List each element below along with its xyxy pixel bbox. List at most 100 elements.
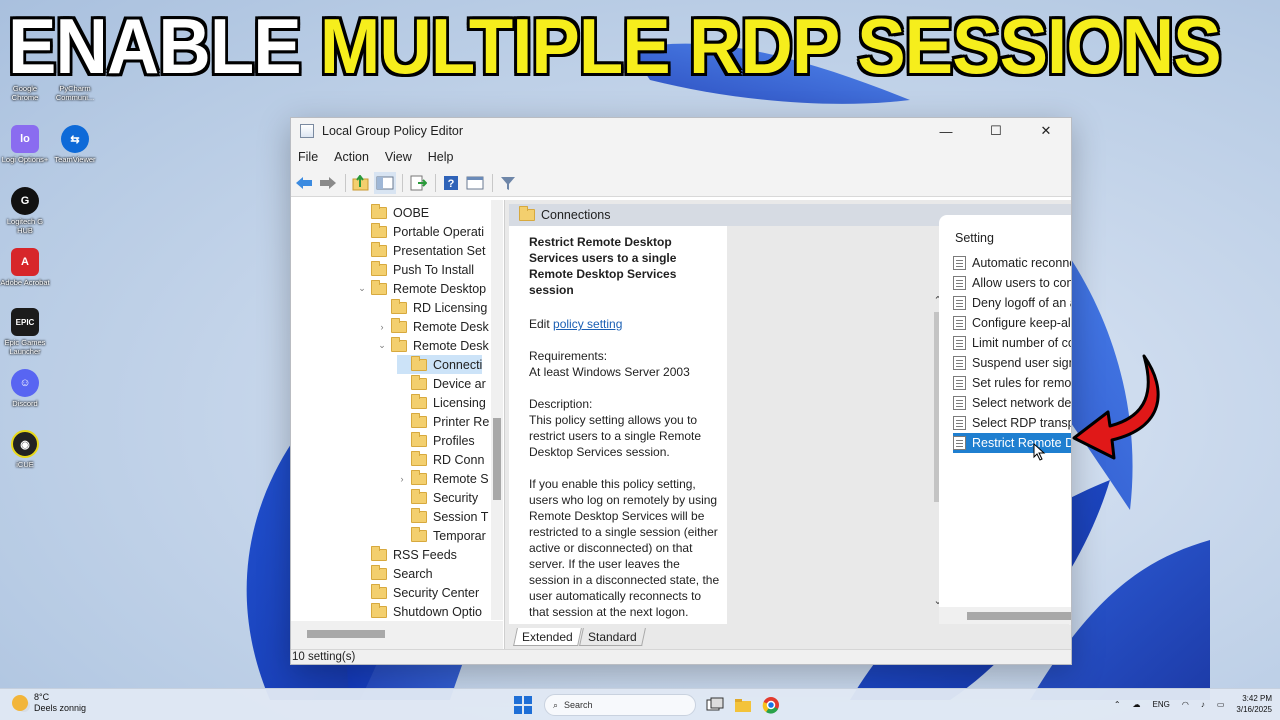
tree-horizontal-scrollbar[interactable] xyxy=(291,621,503,651)
tree-item-label: Shutdown Optio xyxy=(393,604,482,619)
acrobat-icon: A xyxy=(11,248,39,276)
tree-item[interactable]: Push To Install xyxy=(357,260,474,279)
tree-item-label: Temporar xyxy=(433,528,486,543)
setting-row[interactable]: Deny logoff of an administrator logged i… xyxy=(953,293,1071,313)
desktop-icon-epic[interactable]: EPIC Epic Games Launcher xyxy=(0,308,50,356)
tree-item[interactable]: RD Licensing xyxy=(377,298,487,317)
maximize-button[interactable]: ☐ xyxy=(971,118,1021,144)
tree-item[interactable]: Portable Operati xyxy=(357,222,484,241)
tree-item[interactable]: RD Conn xyxy=(397,450,484,469)
desktop-icon-label: TeamViewer xyxy=(54,155,96,164)
tree-item[interactable]: OOBE xyxy=(357,203,429,222)
desktop-icon-discord[interactable]: ☺ Discord xyxy=(0,369,50,408)
tab-standard[interactable]: Standard xyxy=(579,628,646,646)
language-indicator[interactable]: ENG xyxy=(1153,700,1170,709)
tree-item[interactable]: Search xyxy=(357,564,433,583)
desktop-icon-ghub[interactable]: G Logitech G HUB xyxy=(0,187,50,235)
folder-icon xyxy=(371,583,387,599)
expand-chevron-icon[interactable]: › xyxy=(377,322,387,332)
desktop-icon-label: Logitech G HUB xyxy=(6,217,44,235)
svg-text:?: ? xyxy=(448,178,455,190)
setting-row-label: Select network detection on the server xyxy=(972,396,1072,410)
show-hide-tree-icon[interactable] xyxy=(374,171,396,194)
volume-icon[interactable]: ♪ xyxy=(1201,700,1205,709)
tree-item[interactable]: RSS Feeds xyxy=(357,545,457,564)
task-view-button[interactable] xyxy=(702,692,728,718)
tree-item[interactable]: Device ar xyxy=(397,374,486,393)
close-button[interactable]: ✕ xyxy=(1021,118,1071,144)
setting-row[interactable]: Suspend user sign-in to complete app reg… xyxy=(953,353,1071,373)
battery-icon[interactable]: ▭ xyxy=(1217,700,1225,709)
title-bar[interactable]: Local Group Policy Editor — ☐ ✕ xyxy=(291,118,1071,144)
tree-item-label: RSS Feeds xyxy=(393,547,457,562)
expand-chevron-icon[interactable]: ⌄ xyxy=(357,283,367,294)
status-bar: 10 setting(s) xyxy=(291,649,1071,664)
tree-item[interactable]: Temporar xyxy=(397,526,486,545)
menu-help[interactable]: Help xyxy=(428,150,454,164)
policy-setting-link[interactable]: policy setting xyxy=(553,317,622,331)
tree-item[interactable]: Profiles xyxy=(397,431,475,450)
clock[interactable]: 3:42 PM 3/16/2025 xyxy=(1236,693,1272,715)
start-button[interactable] xyxy=(510,692,536,718)
tree-scroll-thumb[interactable] xyxy=(493,418,501,500)
export-list-icon[interactable] xyxy=(407,172,429,194)
file-explorer-button[interactable] xyxy=(730,692,756,718)
help-icon[interactable]: ? xyxy=(440,172,462,194)
setting-column-header[interactable]: Setting xyxy=(955,231,994,245)
tree-item[interactable]: Shutdown Optio xyxy=(357,602,482,621)
taskbar-search[interactable]: ⌕ Search xyxy=(544,694,696,716)
desktop-icon-teamviewer[interactable]: ⇆ TeamViewer xyxy=(50,125,100,164)
setting-row[interactable]: Set rules for remote control of Remote D… xyxy=(953,373,1071,393)
settings-horizontal-scrollbar[interactable] xyxy=(939,607,1071,625)
filter-icon[interactable] xyxy=(497,172,519,194)
cloud-icon[interactable]: ☁ xyxy=(1133,700,1141,709)
tree-item[interactable]: Presentation Set xyxy=(357,241,485,260)
desktop-icon-icue[interactable]: ◉ iCUE xyxy=(0,430,50,469)
up-folder-icon[interactable] xyxy=(350,172,372,194)
tree-item[interactable]: Printer Re xyxy=(397,412,489,431)
tree-item[interactable]: Connecti xyxy=(397,355,483,374)
tree-vertical-scrollbar[interactable] xyxy=(491,200,503,620)
settings-hscroll-thumb[interactable] xyxy=(967,612,1071,620)
menu-file[interactable]: File xyxy=(298,150,318,164)
setting-row[interactable]: Select network detection on the server xyxy=(953,393,1072,413)
weather-widget[interactable]: 8°C Deels zonnig xyxy=(12,692,86,714)
desktop-icon-acrobat[interactable]: A Adobe Acrobat xyxy=(0,248,50,287)
tree-item[interactable]: Licensing xyxy=(397,393,486,412)
desktop-icon-logi[interactable]: lo Logi Options+ xyxy=(0,125,50,164)
setting-row[interactable]: Automatic reconnection xyxy=(953,253,1071,273)
wifi-icon[interactable]: ◠ xyxy=(1182,700,1189,709)
properties-icon[interactable] xyxy=(464,172,486,194)
tree-hscroll-thumb[interactable] xyxy=(307,630,385,638)
tree-pane[interactable]: OOBE Portable Operati Presentation Set Push… xyxy=(291,200,505,651)
desktop-icon-pycharm[interactable]: PyCharm Communi... xyxy=(50,82,100,102)
tree-item[interactable]: › Remote S xyxy=(397,469,489,488)
minimize-button[interactable]: — xyxy=(921,118,971,144)
expand-chevron-icon[interactable]: ⌄ xyxy=(377,340,387,351)
chrome-button[interactable] xyxy=(758,692,784,718)
forward-icon[interactable] xyxy=(317,172,339,194)
setting-row[interactable]: Configure keep-alive connection interval xyxy=(953,313,1071,333)
menu-action[interactable]: Action xyxy=(334,150,369,164)
setting-row[interactable]: Restrict Remote Desktop Services users t… xyxy=(953,433,1071,453)
tree-item-label: Device ar xyxy=(433,376,486,391)
tree-item[interactable]: Security Center xyxy=(357,583,479,602)
desktop-icon-label: PyCharm Communi... xyxy=(55,84,95,102)
tab-extended[interactable]: Extended xyxy=(513,628,582,646)
tree-item[interactable]: Session T xyxy=(397,507,488,526)
setting-row[interactable]: Select RDP transport protocols xyxy=(953,413,1071,433)
tree-item[interactable]: ⌄ Remote Desktop xyxy=(357,279,486,298)
menu-view[interactable]: View xyxy=(385,150,412,164)
tree-item[interactable]: › Remote Desk xyxy=(377,317,489,336)
chevron-up-icon[interactable]: ⌃ xyxy=(1114,700,1121,709)
tree-item-label: Printer Re xyxy=(433,414,490,429)
setting-row[interactable]: Allow users to connect remotely by using… xyxy=(953,273,1072,293)
expand-chevron-icon[interactable]: › xyxy=(397,474,407,484)
desktop-icon-chrome[interactable]: Google Chrome xyxy=(0,82,50,102)
setting-row-label: Allow users to connect remotely by using… xyxy=(972,276,1072,290)
tree-item[interactable]: ⌄ Remote Desk xyxy=(377,336,489,355)
teamviewer-icon: ⇆ xyxy=(61,125,89,153)
setting-row[interactable]: Limit number of connections xyxy=(953,333,1071,353)
back-icon[interactable] xyxy=(293,172,315,194)
tree-item[interactable]: Security xyxy=(397,488,478,507)
